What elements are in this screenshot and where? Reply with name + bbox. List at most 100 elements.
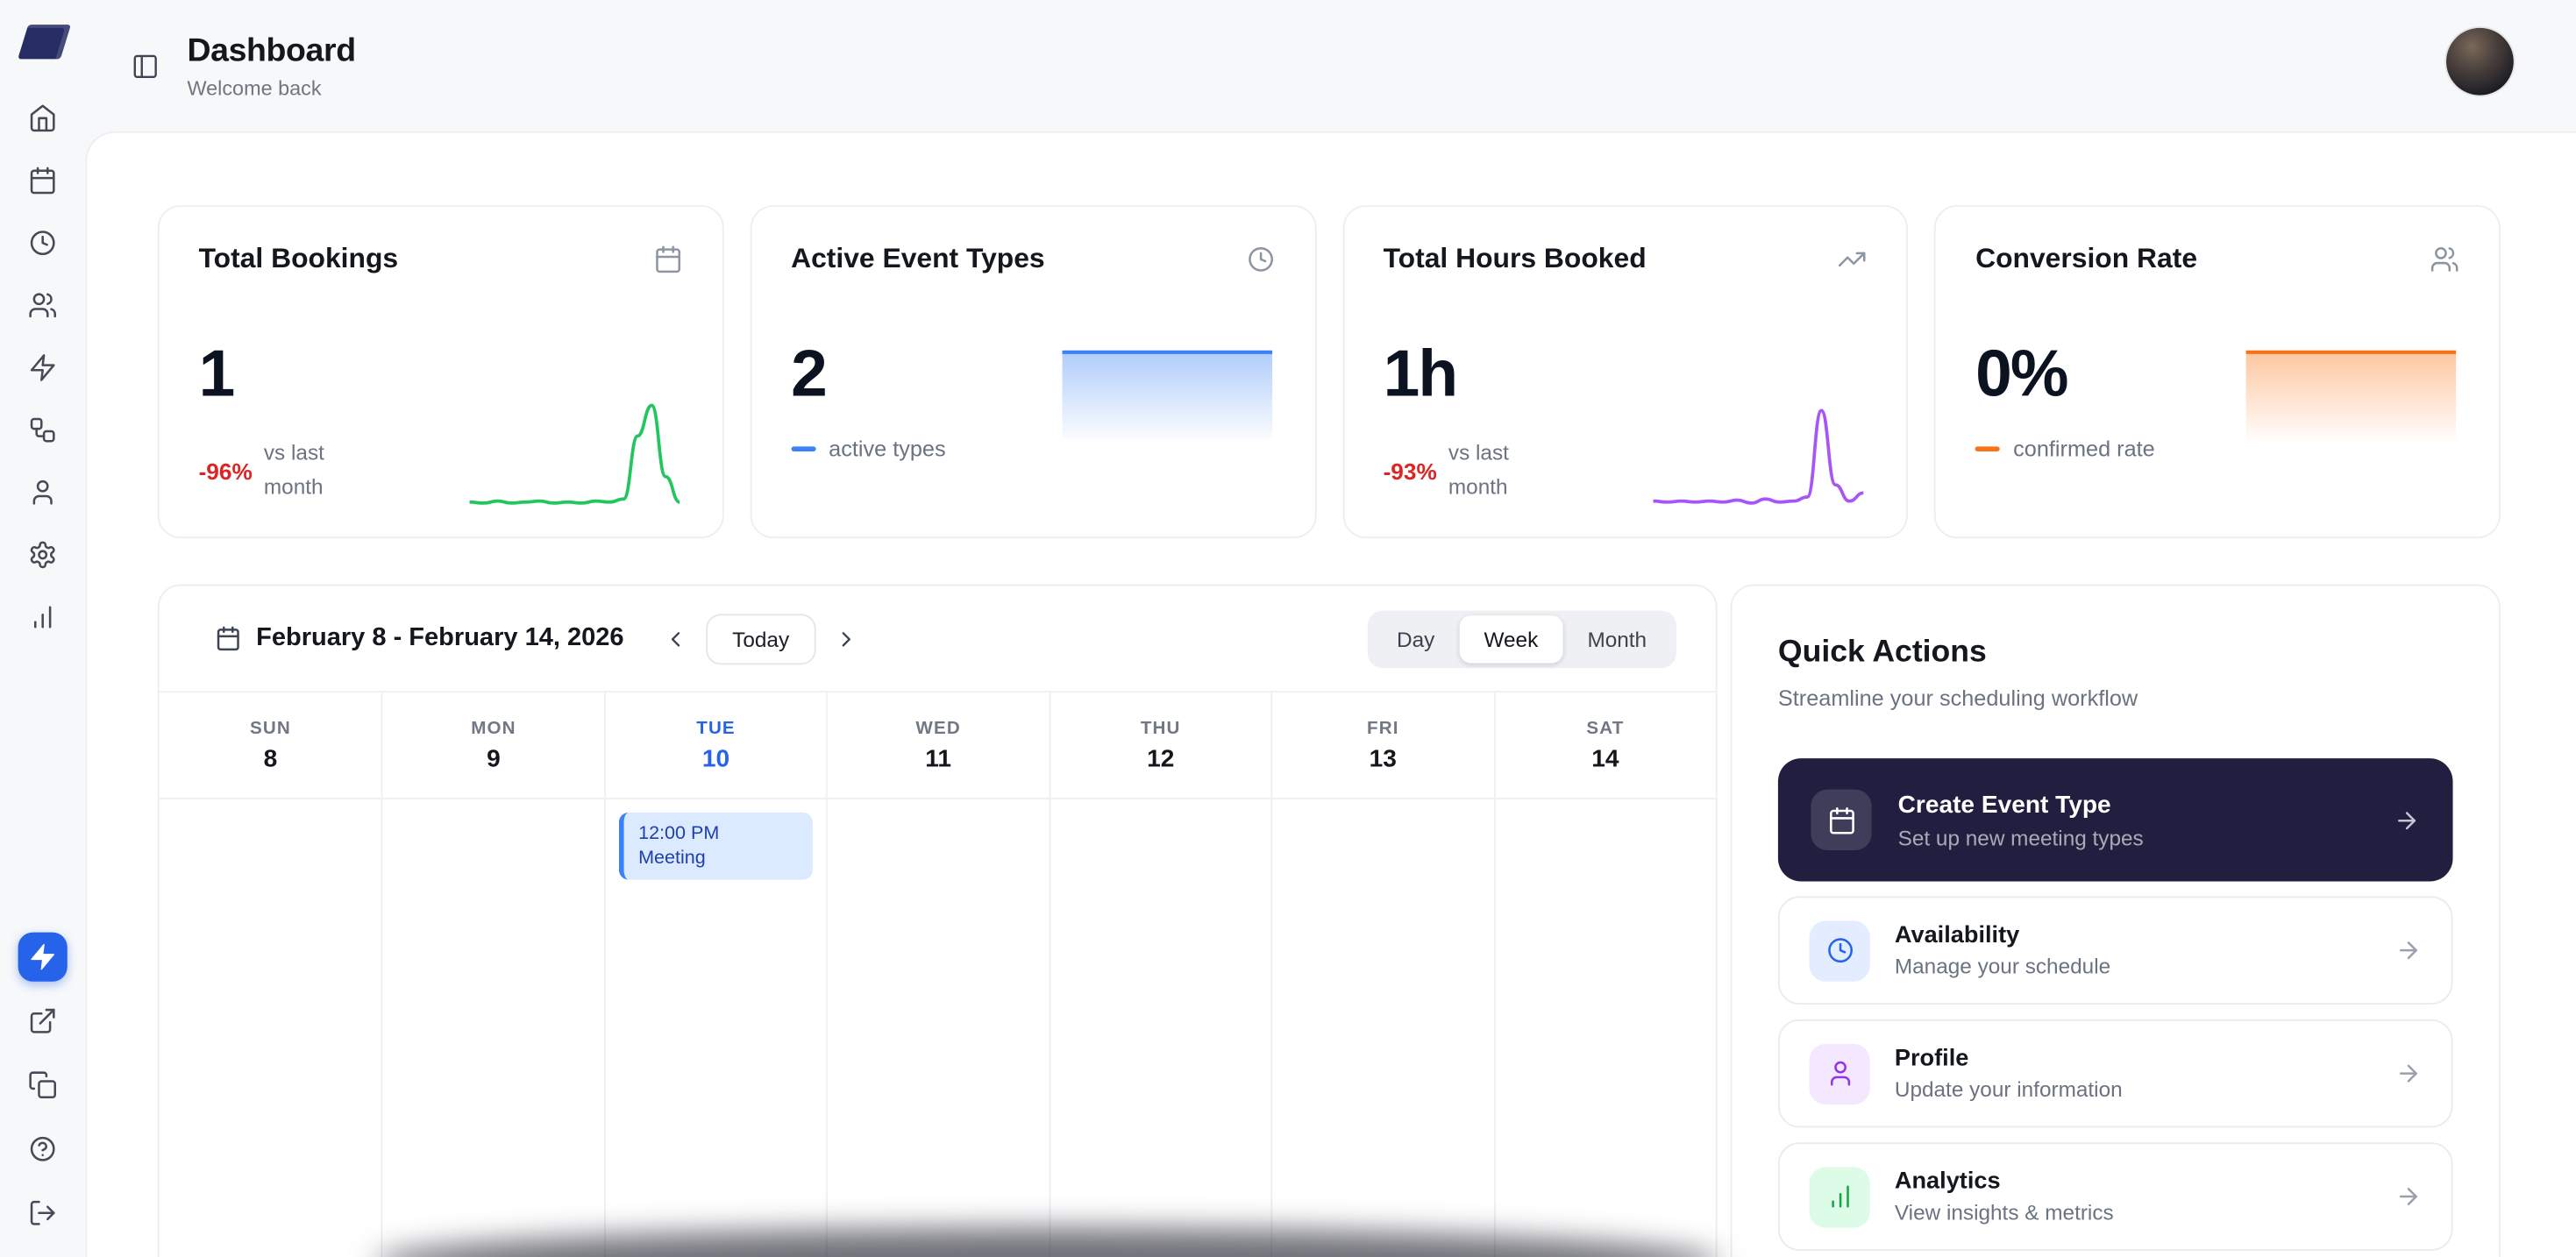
date-range-label: February 8 - February 14, 2026 bbox=[256, 623, 624, 652]
stat-value: 0% bbox=[1975, 337, 2068, 411]
calendar-icon bbox=[215, 625, 241, 651]
action-title: Profile bbox=[1894, 1045, 1969, 1072]
avatar[interactable] bbox=[2446, 27, 2514, 96]
event-time: 12:00 PM bbox=[638, 823, 720, 844]
day-header-wed[interactable]: WED 11 bbox=[826, 692, 1049, 799]
legend-label: confirmed rate bbox=[2013, 437, 2155, 462]
day-header-tue[interactable]: TUE 10 bbox=[603, 692, 827, 799]
arrow-right-icon bbox=[2395, 1183, 2422, 1210]
sidebar-item-availability[interactable] bbox=[18, 218, 68, 267]
sidebar-item-share[interactable] bbox=[18, 997, 68, 1046]
legend-dash bbox=[1975, 446, 2001, 451]
day-column-sat[interactable] bbox=[1493, 799, 1716, 1257]
sidebar-nav bbox=[18, 94, 68, 642]
stat-legend: active types bbox=[791, 437, 946, 461]
view-month-button[interactable]: Month bbox=[1562, 614, 1671, 662]
chevron-left-icon bbox=[670, 631, 680, 646]
sidebar-item-home[interactable] bbox=[18, 94, 68, 143]
clock-icon bbox=[30, 231, 55, 256]
day-header-sun[interactable]: SUN 8 bbox=[159, 692, 382, 799]
day-header-fri[interactable]: FRI 13 bbox=[1270, 692, 1494, 799]
legend-label: active types bbox=[829, 437, 946, 462]
stat-card-total-hours: Total Hours Booked 1h -93% vs last month bbox=[1341, 205, 1909, 539]
calendar-event[interactable]: 12:00 PM Meeting bbox=[618, 812, 814, 880]
create-event-type-button[interactable]: Create Event Type Set up new meeting typ… bbox=[1777, 758, 2453, 882]
sidebar-item-copy[interactable] bbox=[18, 1061, 68, 1110]
app-window: Dashboard Welcome back Total Bookings 1 … bbox=[0, 0, 2576, 1257]
week-day-header: SUN 8 MON 9 TUE 10 WED 11 THU 12 FRI 13 SAT 14 bbox=[159, 691, 1716, 799]
arrow-right-icon bbox=[2395, 1061, 2422, 1087]
day-header-sat[interactable]: SAT 14 bbox=[1493, 692, 1716, 799]
view-day-button[interactable]: Day bbox=[1372, 614, 1459, 662]
quick-actions-subtitle: Streamline your scheduling workflow bbox=[1777, 685, 2138, 711]
day-column-thu[interactable] bbox=[1048, 799, 1271, 1257]
log-out-icon bbox=[30, 1200, 55, 1225]
stat-value: 1h bbox=[1383, 337, 1459, 411]
arrow-right-icon bbox=[2394, 806, 2420, 833]
today-button[interactable]: Today bbox=[706, 613, 816, 664]
calendar-icon bbox=[1811, 789, 1872, 850]
quick-actions-card: Quick Actions Streamline your scheduling… bbox=[1730, 584, 2501, 1257]
day-column-fri[interactable] bbox=[1270, 799, 1494, 1257]
sidebar-item-workflows[interactable] bbox=[18, 406, 68, 455]
workflow-icon bbox=[30, 417, 55, 443]
day-column-sun[interactable] bbox=[160, 799, 382, 1257]
sidebar-item-contacts[interactable] bbox=[18, 281, 68, 330]
analytics-action[interactable]: Analytics View insights & metrics bbox=[1777, 1142, 2453, 1251]
day-column-wed[interactable] bbox=[826, 799, 1049, 1257]
stat-card-total-bookings: Total Bookings 1 -96% vs last month bbox=[157, 205, 724, 539]
sidebar-item-profile[interactable] bbox=[18, 468, 68, 517]
action-subtitle: Set up new meeting types bbox=[1897, 824, 2144, 850]
sidebar-item-events[interactable] bbox=[18, 343, 68, 392]
sidebar-item-calendar[interactable] bbox=[18, 156, 68, 205]
day-column-mon[interactable] bbox=[381, 799, 604, 1257]
external-link-icon bbox=[30, 1008, 55, 1033]
main-panel: Total Bookings 1 -96% vs last month Acti… bbox=[85, 131, 2576, 1257]
calendar-card: February 8 - February 14, 2026 Today Day… bbox=[157, 584, 1718, 1257]
calendar-toolbar: February 8 - February 14, 2026 Today Day… bbox=[160, 586, 1716, 691]
user-icon bbox=[32, 479, 53, 505]
prev-week-button[interactable] bbox=[651, 615, 697, 661]
sidebar bbox=[0, 0, 85, 1257]
view-week-button[interactable]: Week bbox=[1459, 614, 1563, 663]
sidebar-item-settings[interactable] bbox=[18, 530, 68, 579]
profile-action[interactable]: Profile Update your information bbox=[1777, 1019, 2453, 1128]
sidebar-item-quick-actions[interactable] bbox=[18, 932, 68, 982]
stat-delta: -96% vs last month bbox=[199, 437, 366, 505]
page-subtitle: Welcome back bbox=[187, 76, 322, 100]
action-subtitle: Manage your schedule bbox=[1894, 953, 2111, 979]
topbar: Dashboard Welcome back bbox=[85, 0, 2576, 131]
areachart-event-types bbox=[1061, 348, 1272, 450]
stat-title: Total Bookings bbox=[198, 243, 399, 274]
sidebar-bottom-nav bbox=[18, 932, 68, 1238]
sidebar-item-help[interactable] bbox=[18, 1125, 68, 1174]
arrow-right-icon bbox=[2395, 937, 2422, 963]
next-week-button[interactable] bbox=[823, 615, 869, 661]
page-titles: Dashboard Welcome back bbox=[187, 32, 356, 100]
sparkline-hours bbox=[1654, 395, 1864, 514]
home-icon bbox=[30, 104, 55, 132]
event-title: Meeting bbox=[638, 849, 706, 869]
delta-value: -96% bbox=[198, 458, 253, 485]
action-subtitle: View insights & metrics bbox=[1894, 1199, 2114, 1225]
app-logo[interactable] bbox=[15, 21, 71, 60]
availability-action[interactable]: Availability Manage your schedule bbox=[1777, 896, 2453, 1005]
sidebar-item-analytics[interactable] bbox=[18, 593, 68, 642]
sidebar-item-logout[interactable] bbox=[18, 1189, 68, 1238]
stats-row: Total Bookings 1 -96% vs last month Acti… bbox=[157, 205, 2501, 539]
day-header-thu[interactable]: THU 12 bbox=[1048, 692, 1271, 799]
help-circle-icon bbox=[30, 1136, 55, 1161]
action-title: Availability bbox=[1894, 922, 2020, 949]
sidebar-toggle-button[interactable] bbox=[122, 43, 167, 89]
stat-title: Active Event Types bbox=[791, 243, 1045, 274]
action-title: Analytics bbox=[1894, 1168, 2001, 1196]
page-title: Dashboard bbox=[187, 32, 356, 68]
clock-icon bbox=[1245, 245, 1275, 274]
users-icon bbox=[29, 293, 56, 318]
day-column-tue[interactable]: 12:00 PM Meeting bbox=[603, 799, 827, 1257]
stat-delta: -93% vs last month bbox=[1384, 437, 1550, 505]
copy-icon bbox=[29, 1071, 56, 1099]
zap-icon bbox=[30, 354, 55, 381]
day-header-mon[interactable]: MON 9 bbox=[381, 692, 604, 799]
user-icon bbox=[1809, 1042, 1870, 1104]
